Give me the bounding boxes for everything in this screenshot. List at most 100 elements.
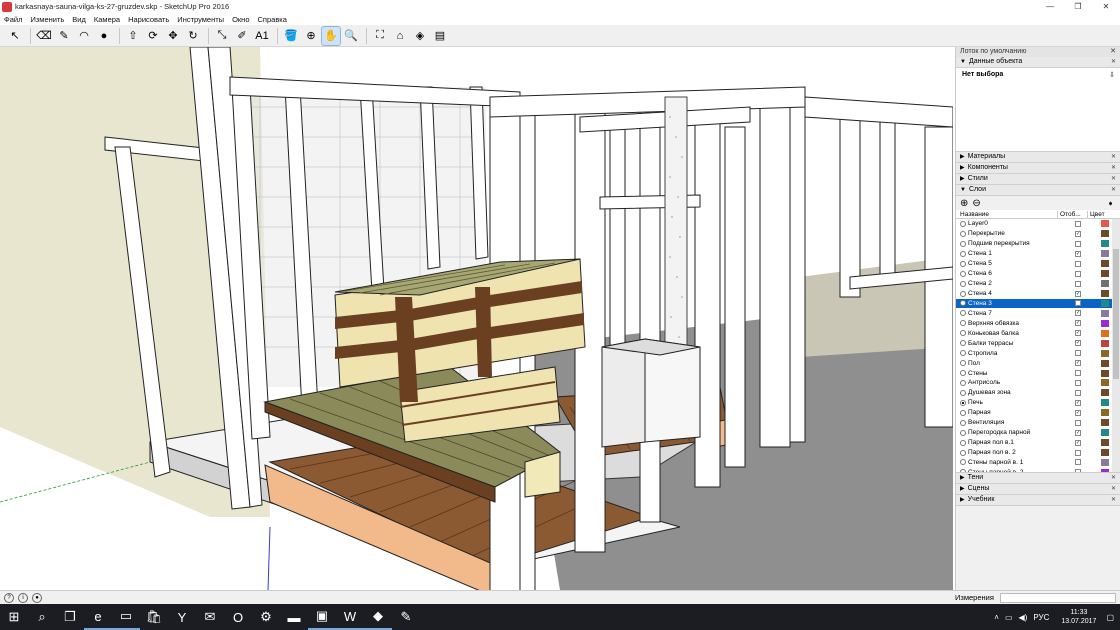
active-layer-radio[interactable] (960, 310, 966, 317)
move-tool-icon[interactable]: ✥ (164, 27, 182, 45)
active-layer-radio[interactable] (960, 280, 966, 287)
edge-app-icon[interactable]: e (84, 604, 112, 630)
eraser-tool-icon[interactable]: ⌫ (35, 27, 53, 45)
layer-color-swatch[interactable] (1101, 220, 1109, 228)
layer-color-swatch[interactable] (1101, 290, 1109, 298)
sketchup-app-icon[interactable]: ◆ (364, 604, 392, 630)
layer-visible-checkbox[interactable]: ✓ (1075, 399, 1081, 406)
menu-item[interactable]: Справка (254, 15, 291, 24)
panel-layers[interactable]: ▼ Слои ✕ (956, 185, 1120, 196)
layer-row[interactable]: Layer0 (956, 219, 1120, 229)
layer-color-swatch[interactable] (1101, 458, 1109, 466)
layer-name[interactable]: Стены парной в. 1 (968, 459, 1057, 466)
active-layer-radio[interactable] (960, 290, 966, 297)
layer-visible-checkbox[interactable] (1075, 469, 1081, 472)
active-layer-radio[interactable] (960, 469, 966, 472)
details-toggle-icon[interactable]: ⇩ (1109, 71, 1115, 79)
layer-visible-checkbox[interactable]: ✓ (1075, 310, 1081, 317)
layer-details-icon[interactable]: ➧ (1107, 199, 1114, 208)
active-layer-radio[interactable] (960, 220, 966, 227)
panel-bottom-2[interactable]: ▶ Учебник ✕ (956, 495, 1120, 506)
layer-color-swatch[interactable] (1101, 359, 1109, 367)
layer-name[interactable]: Стена 1 (968, 250, 1057, 257)
panel-close-icon[interactable]: ✕ (1111, 163, 1116, 174)
menu-item[interactable]: Файл (0, 15, 26, 24)
layer-row[interactable]: Стропила (956, 348, 1120, 358)
layer-row[interactable]: Стена 1 ✓ (956, 249, 1120, 259)
layer-name[interactable]: Стена 7 (968, 310, 1057, 317)
minimize-button[interactable]: — (1036, 0, 1064, 13)
layer-name[interactable]: Layer0 (968, 220, 1057, 227)
active-layer-radio[interactable] (960, 389, 966, 396)
active-layer-radio[interactable] (960, 340, 966, 347)
shape-tool-icon[interactable]: ● (95, 27, 113, 45)
layer-name[interactable]: Стена 5 (968, 260, 1057, 267)
layer-visible-checkbox[interactable] (1075, 240, 1081, 247)
layer-name[interactable]: Пол (968, 360, 1057, 367)
paint-bucket-tool-icon[interactable]: 🪣 (282, 27, 300, 45)
layer-color-swatch[interactable] (1101, 339, 1109, 347)
pan-tool-icon[interactable]: ✋ (321, 25, 341, 46)
word-app-icon[interactable]: W (336, 604, 364, 630)
active-layer-radio[interactable] (960, 419, 966, 426)
layer-visible-checkbox[interactable]: ✓ (1075, 230, 1081, 237)
layer-visible-checkbox[interactable]: ✓ (1075, 409, 1081, 416)
layout-tool-icon[interactable]: ▤ (431, 27, 449, 45)
layer-name[interactable]: Стена 3 (968, 300, 1057, 307)
layer-visible-checkbox[interactable]: ✓ (1075, 320, 1081, 327)
layer-row[interactable]: Стена 6 (956, 269, 1120, 279)
active-layer-radio[interactable] (960, 459, 966, 466)
active-layer-radio[interactable] (960, 429, 966, 436)
layer-visible-checkbox[interactable] (1075, 389, 1081, 396)
layer-name[interactable]: Верхняя обвязка (968, 320, 1057, 327)
scale-tool-icon[interactable]: ⤡ (213, 27, 231, 45)
network-icon[interactable]: ▭ (1005, 613, 1013, 622)
layer-visible-checkbox[interactable] (1075, 270, 1081, 277)
panel-close-icon[interactable]: ✕ (1111, 57, 1116, 68)
layer-name[interactable]: Парная пол в.1 (968, 439, 1057, 446)
layer-row[interactable]: Вентиляция (956, 418, 1120, 428)
layer-visible-checkbox[interactable]: ✓ (1075, 429, 1081, 436)
tray-close-icon[interactable]: ✕ (1110, 47, 1116, 57)
user-icon[interactable]: ● (32, 592, 42, 603)
active-layer-radio[interactable] (960, 399, 966, 406)
panel-close-icon[interactable]: ✕ (1111, 152, 1116, 163)
active-layer-radio[interactable] (960, 449, 966, 456)
layer-row[interactable]: Перекрытие ✓ (956, 229, 1120, 239)
layer-name[interactable]: Балки террасы (968, 340, 1057, 347)
layer-color-swatch[interactable] (1101, 319, 1109, 327)
layer-color-swatch[interactable] (1101, 230, 1109, 238)
layer-row[interactable]: Печь ✓ (956, 398, 1120, 408)
active-layer-radio[interactable] (960, 439, 966, 446)
active-layer-radio[interactable] (960, 270, 966, 277)
layer-color-swatch[interactable] (1101, 429, 1109, 437)
paint-app-icon[interactable]: ✎ (392, 604, 420, 630)
panel-entity-info[interactable]: ▼ Данные объекта ✕ (956, 57, 1120, 68)
active-layer-radio[interactable] (960, 370, 966, 377)
layer-name[interactable]: Душевая зона (968, 389, 1057, 396)
layer-color-swatch[interactable] (1101, 240, 1109, 248)
layer-color-swatch[interactable] (1101, 468, 1109, 472)
layer-row[interactable]: Пол ✓ (956, 358, 1120, 368)
remote-app-icon[interactable]: ▣ (308, 604, 336, 630)
active-layer-radio[interactable] (960, 240, 966, 247)
layer-row[interactable]: Парная ✓ (956, 408, 1120, 418)
layer-row[interactable]: Парная пол в. 2 (956, 448, 1120, 458)
store-app-icon[interactable]: 🛍 (140, 604, 168, 630)
layer-row[interactable]: Стены парной в. 2 (956, 467, 1120, 472)
layer-name[interactable]: Стропила (968, 350, 1057, 357)
panel-close-icon[interactable]: ✕ (1111, 473, 1116, 484)
active-layer-radio[interactable] (960, 250, 966, 257)
layer-name[interactable]: Стена 2 (968, 280, 1057, 287)
volume-icon[interactable]: ◀) (1019, 613, 1028, 622)
layer-visible-checkbox[interactable] (1075, 300, 1081, 307)
extension-tool-icon[interactable]: ◈ (411, 27, 429, 45)
layer-row[interactable]: Балки террасы ✓ (956, 338, 1120, 348)
notifications-icon[interactable]: ▢ (1106, 613, 1114, 622)
active-layer-radio[interactable] (960, 320, 966, 327)
layer-name[interactable]: Антрисоль (968, 379, 1057, 386)
active-layer-radio[interactable] (960, 409, 966, 416)
layer-name[interactable]: Парная (968, 409, 1057, 416)
layer-row[interactable]: Подшив перекрытия (956, 239, 1120, 249)
tray-arrow-icon[interactable]: ˄ (994, 613, 999, 622)
